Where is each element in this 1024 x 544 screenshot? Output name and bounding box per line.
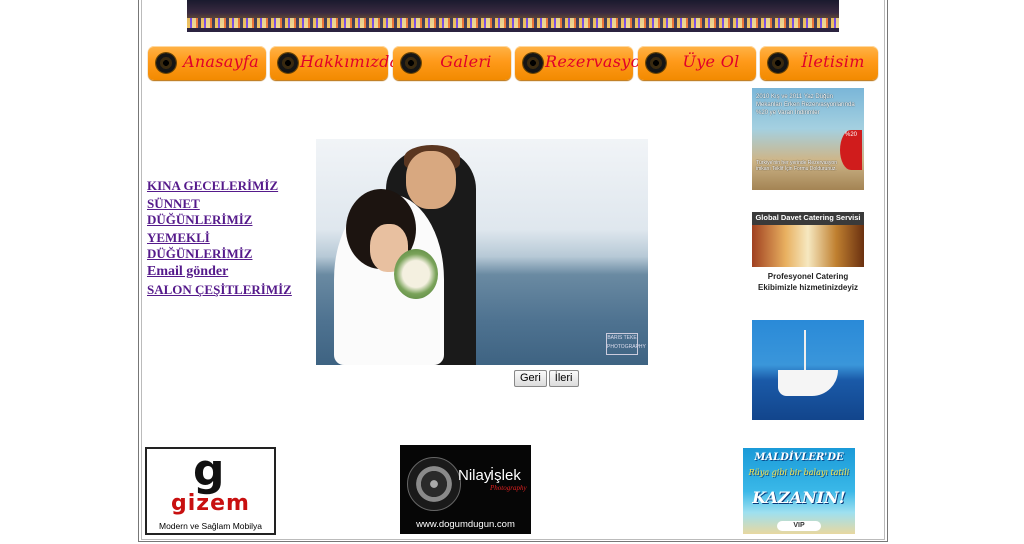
nav-anasayfa[interactable]: Anasayfa — [148, 46, 266, 80]
vip-badge: VIP — [777, 521, 821, 531]
disc-icon — [768, 53, 788, 73]
gizem-tagline: Modern ve Sağlam Mobilya — [159, 521, 262, 531]
camera-lens-icon — [407, 457, 461, 511]
disc-icon — [401, 53, 421, 73]
ad-gizem[interactable]: g gizem Modern ve Sağlam Mobilya — [145, 447, 276, 535]
header-banner — [187, 0, 839, 32]
catering-header: Global Davet Catering Servisi — [752, 212, 864, 225]
gizem-logo-icon: g — [193, 447, 225, 496]
nav-rezervasyon[interactable]: Rezervasyon — [515, 46, 652, 80]
maldives-headline: MALDİVLER'DE — [754, 452, 844, 463]
sidebar-link-sunnet[interactable]: SÜNNET DÜĞÜNLERİMİZ — [147, 196, 307, 228]
sidebar-link-salon[interactable]: SALON ÇEŞİTLERİMİZ — [147, 282, 307, 298]
sidebar-link-kina[interactable]: KINA GECELERİMİZ — [147, 178, 307, 194]
disc-icon — [523, 53, 543, 73]
nav-uye-ol[interactable]: Üye Ol — [638, 46, 756, 80]
discount-badge: %20 — [840, 130, 862, 170]
next-button[interactable]: İleri — [548, 369, 579, 387]
nav-label: Galeri — [440, 52, 492, 71]
photo-watermark: BARIS TEKE PHOTOGRAPHY — [606, 333, 646, 355]
prev-button[interactable]: Geri — [514, 369, 547, 387]
nilay-url: www.dogumdugun.com — [416, 519, 515, 530]
disc-icon — [646, 53, 666, 73]
nav-iletisim[interactable]: İletisim — [760, 46, 878, 80]
ship-mast — [804, 330, 806, 372]
slideshow-pager: Geri İleri — [514, 368, 581, 387]
groom-head — [406, 151, 456, 209]
gizem-name: gizem — [171, 491, 250, 516]
ad-headline: 2010 Kış ve 2011 Yaz Düğün Mekanları Erk… — [756, 94, 855, 116]
ad-maldives[interactable]: MALDİVLER'DE Rüya gibi bir balayı tatili… — [743, 448, 855, 534]
ad-body: Türkiye'nin her yerinde Rezervasyon imka… — [756, 160, 837, 172]
slideshow-photo: BARIS TEKE PHOTOGRAPHY — [316, 139, 648, 365]
sidebar: KINA GECELERİMİZ SÜNNET DÜĞÜNLERİMİZ YEM… — [147, 178, 307, 300]
ship-icon — [778, 370, 838, 396]
catering-image — [752, 225, 864, 267]
sidebar-link-email[interactable]: Email gönder — [147, 264, 307, 280]
ad-early-reservation[interactable]: 2010 Kış ve 2011 Yaz Düğün Mekanları Erk… — [752, 88, 864, 190]
disc-icon — [156, 53, 176, 73]
banner-water — [187, 28, 839, 32]
nilay-sub: Photography — [490, 484, 527, 492]
nav-label: Anasayfa — [182, 52, 260, 71]
disc-icon — [278, 53, 298, 73]
nilay-first: Nilay — [458, 467, 492, 484]
bouquet — [394, 249, 438, 299]
nav-label: Üye Ol — [682, 52, 740, 71]
city-lights — [187, 18, 839, 28]
nav-label: Rezervasyon — [545, 52, 652, 71]
nav-label: Hakkımızda — [300, 52, 400, 71]
ad-catering[interactable]: Global Davet Catering Servisi Profesyone… — [752, 212, 864, 312]
maldives-message: Rüya gibi bir balayı tatili — [748, 468, 850, 477]
nav-galeri[interactable]: Galeri — [393, 46, 511, 80]
maldives-cta: KAZANIN! — [752, 488, 846, 507]
nav-label: İletisim — [801, 52, 865, 71]
nav-hakkimizda[interactable]: Hakkımızda — [270, 46, 400, 80]
nilay-last: İşlek — [490, 467, 521, 484]
ad-boat[interactable] — [752, 320, 864, 420]
catering-text: Profesyonel Catering Ekibimizle hizmetin… — [757, 272, 859, 292]
sidebar-link-yemekli[interactable]: YEMEKLİ DÜĞÜNLERİMİZ — [147, 230, 307, 262]
ad-nilay-islek[interactable]: Nilay İşlek Photography www.dogumdugun.c… — [400, 445, 531, 534]
